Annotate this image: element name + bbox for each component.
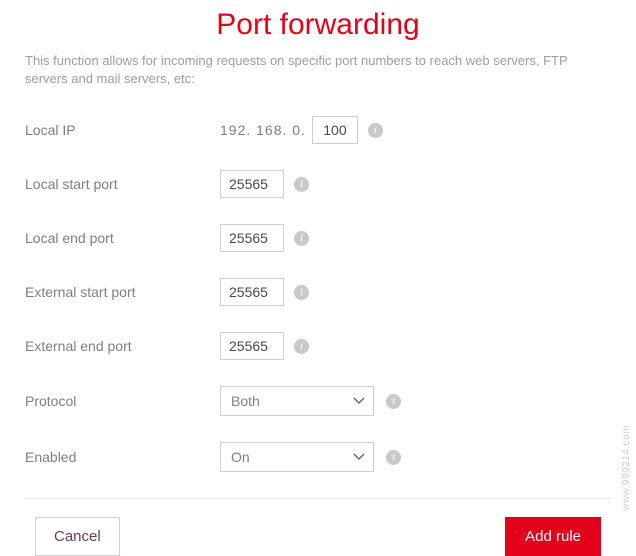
ip-last-octet-input[interactable] xyxy=(312,116,358,144)
info-icon[interactable]: i xyxy=(386,394,401,409)
chevron-down-icon xyxy=(353,448,365,466)
info-icon[interactable]: i xyxy=(294,177,309,192)
add-rule-button[interactable]: Add rule xyxy=(505,517,601,556)
row-external-start-port: External start port i xyxy=(25,278,611,306)
page-description: This function allows for incoming reques… xyxy=(25,52,611,88)
row-local-end-port: Local end port i xyxy=(25,224,611,252)
row-local-ip: Local IP 192. 168. 0. i xyxy=(25,116,611,144)
watermark: www.999214.com xyxy=(621,425,632,511)
ip-prefix: 192. 168. 0. xyxy=(220,122,306,138)
divider xyxy=(25,498,611,499)
enabled-selected-value: On xyxy=(231,449,353,465)
row-enabled: Enabled On i xyxy=(25,442,611,472)
info-icon[interactable]: i xyxy=(294,231,309,246)
external-end-port-input[interactable] xyxy=(220,332,284,360)
cancel-button[interactable]: Cancel xyxy=(35,517,120,556)
button-row: Cancel Add rule xyxy=(25,517,611,556)
label-local-end-port: Local end port xyxy=(25,230,220,246)
enabled-select[interactable]: On xyxy=(220,442,374,472)
label-local-start-port: Local start port xyxy=(25,176,220,192)
info-icon[interactable]: i xyxy=(294,339,309,354)
label-external-start-port: External start port xyxy=(25,284,220,300)
info-icon[interactable]: i xyxy=(294,285,309,300)
row-protocol: Protocol Both i xyxy=(25,386,611,416)
page-title: Port forwarding xyxy=(25,0,611,52)
chevron-down-icon xyxy=(353,392,365,410)
local-end-port-input[interactable] xyxy=(220,224,284,252)
label-protocol: Protocol xyxy=(25,393,220,409)
external-start-port-input[interactable] xyxy=(220,278,284,306)
info-icon[interactable]: i xyxy=(386,450,401,465)
protocol-select[interactable]: Both xyxy=(220,386,374,416)
label-enabled: Enabled xyxy=(25,449,220,465)
label-external-end-port: External end port xyxy=(25,338,220,354)
info-icon[interactable]: i xyxy=(368,123,383,138)
row-local-start-port: Local start port i xyxy=(25,170,611,198)
label-local-ip: Local IP xyxy=(25,122,220,138)
row-external-end-port: External end port i xyxy=(25,332,611,360)
local-start-port-input[interactable] xyxy=(220,170,284,198)
protocol-selected-value: Both xyxy=(231,393,353,409)
